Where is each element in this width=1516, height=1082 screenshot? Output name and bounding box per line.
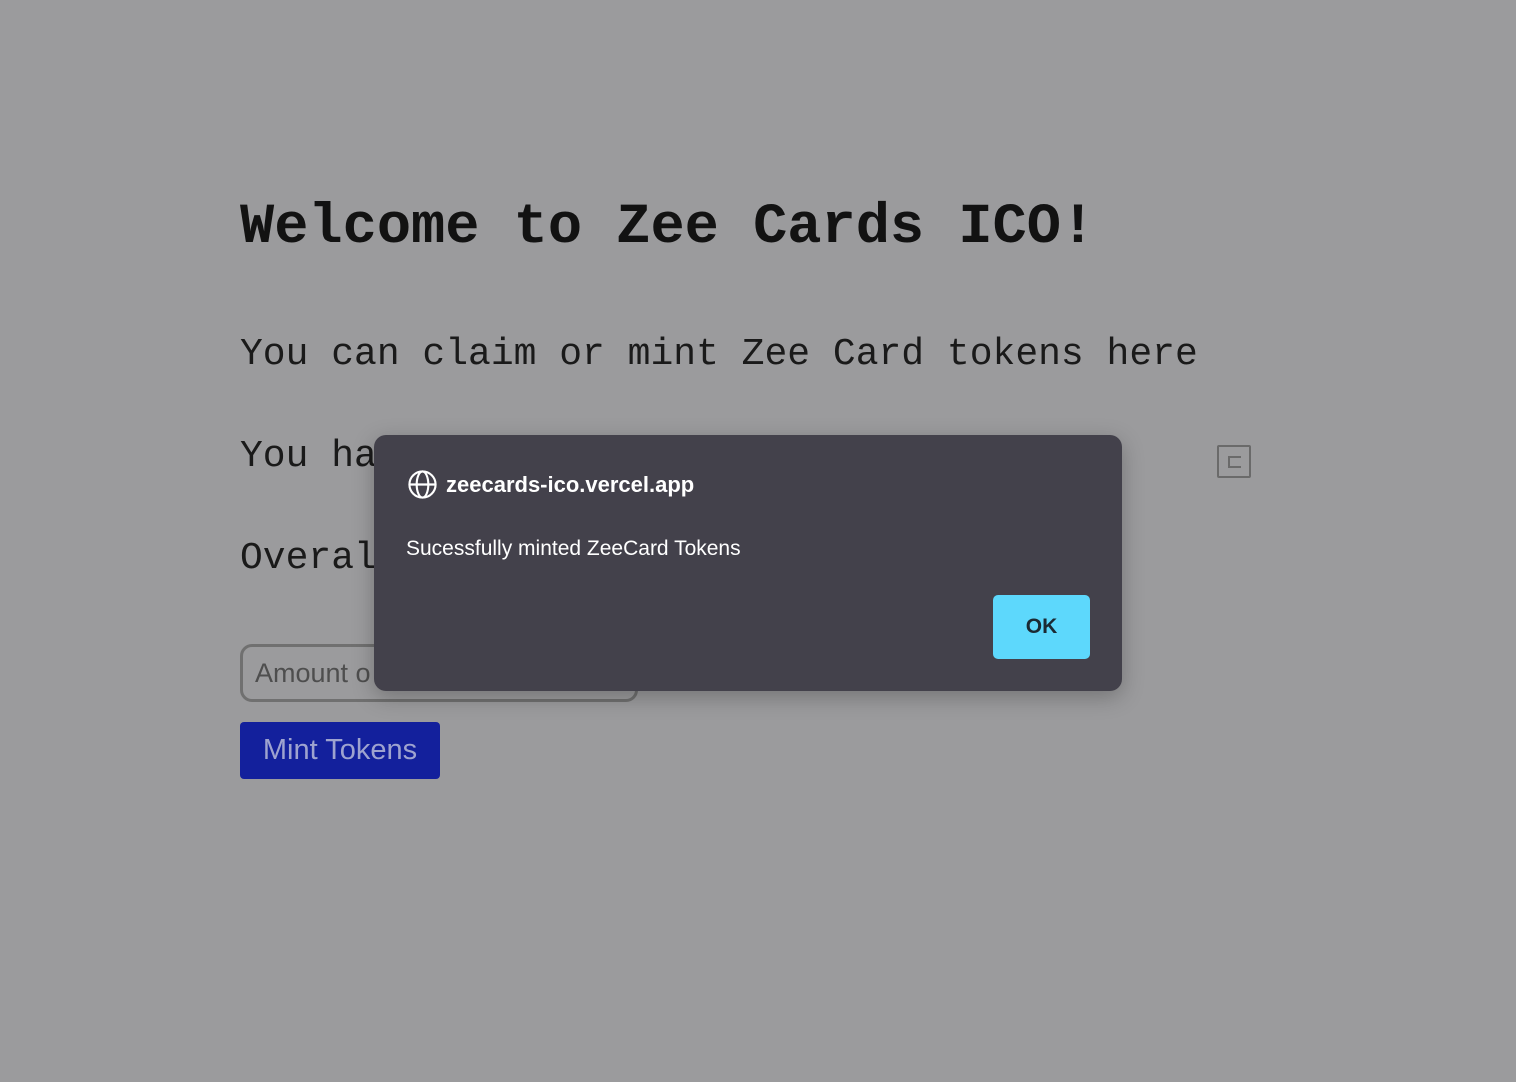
alert-origin: zeecards-ico.vercel.app	[407, 469, 694, 500]
ok-button[interactable]: OK	[993, 595, 1090, 659]
token-balance-text: You ha	[240, 435, 377, 478]
alert-message: Sucessfully minted ZeeCard Tokens	[406, 537, 741, 560]
alert-dialog: zeecards-ico.vercel.app Sucessfully mint…	[374, 435, 1122, 691]
page-root: Welcome to Zee Cards ICO! You can claim …	[0, 0, 1516, 1082]
overall-supply-text: Overal	[240, 537, 377, 580]
copy-icon[interactable]	[1217, 445, 1251, 478]
page-description: You can claim or mint Zee Card tokens he…	[240, 333, 1198, 376]
globe-icon	[408, 470, 437, 499]
copy-icon-inner	[1228, 456, 1241, 468]
mint-tokens-button[interactable]: Mint Tokens	[240, 722, 440, 779]
page-title: Welcome to Zee Cards ICO!	[240, 196, 1096, 260]
alert-origin-text: zeecards-ico.vercel.app	[446, 471, 695, 497]
